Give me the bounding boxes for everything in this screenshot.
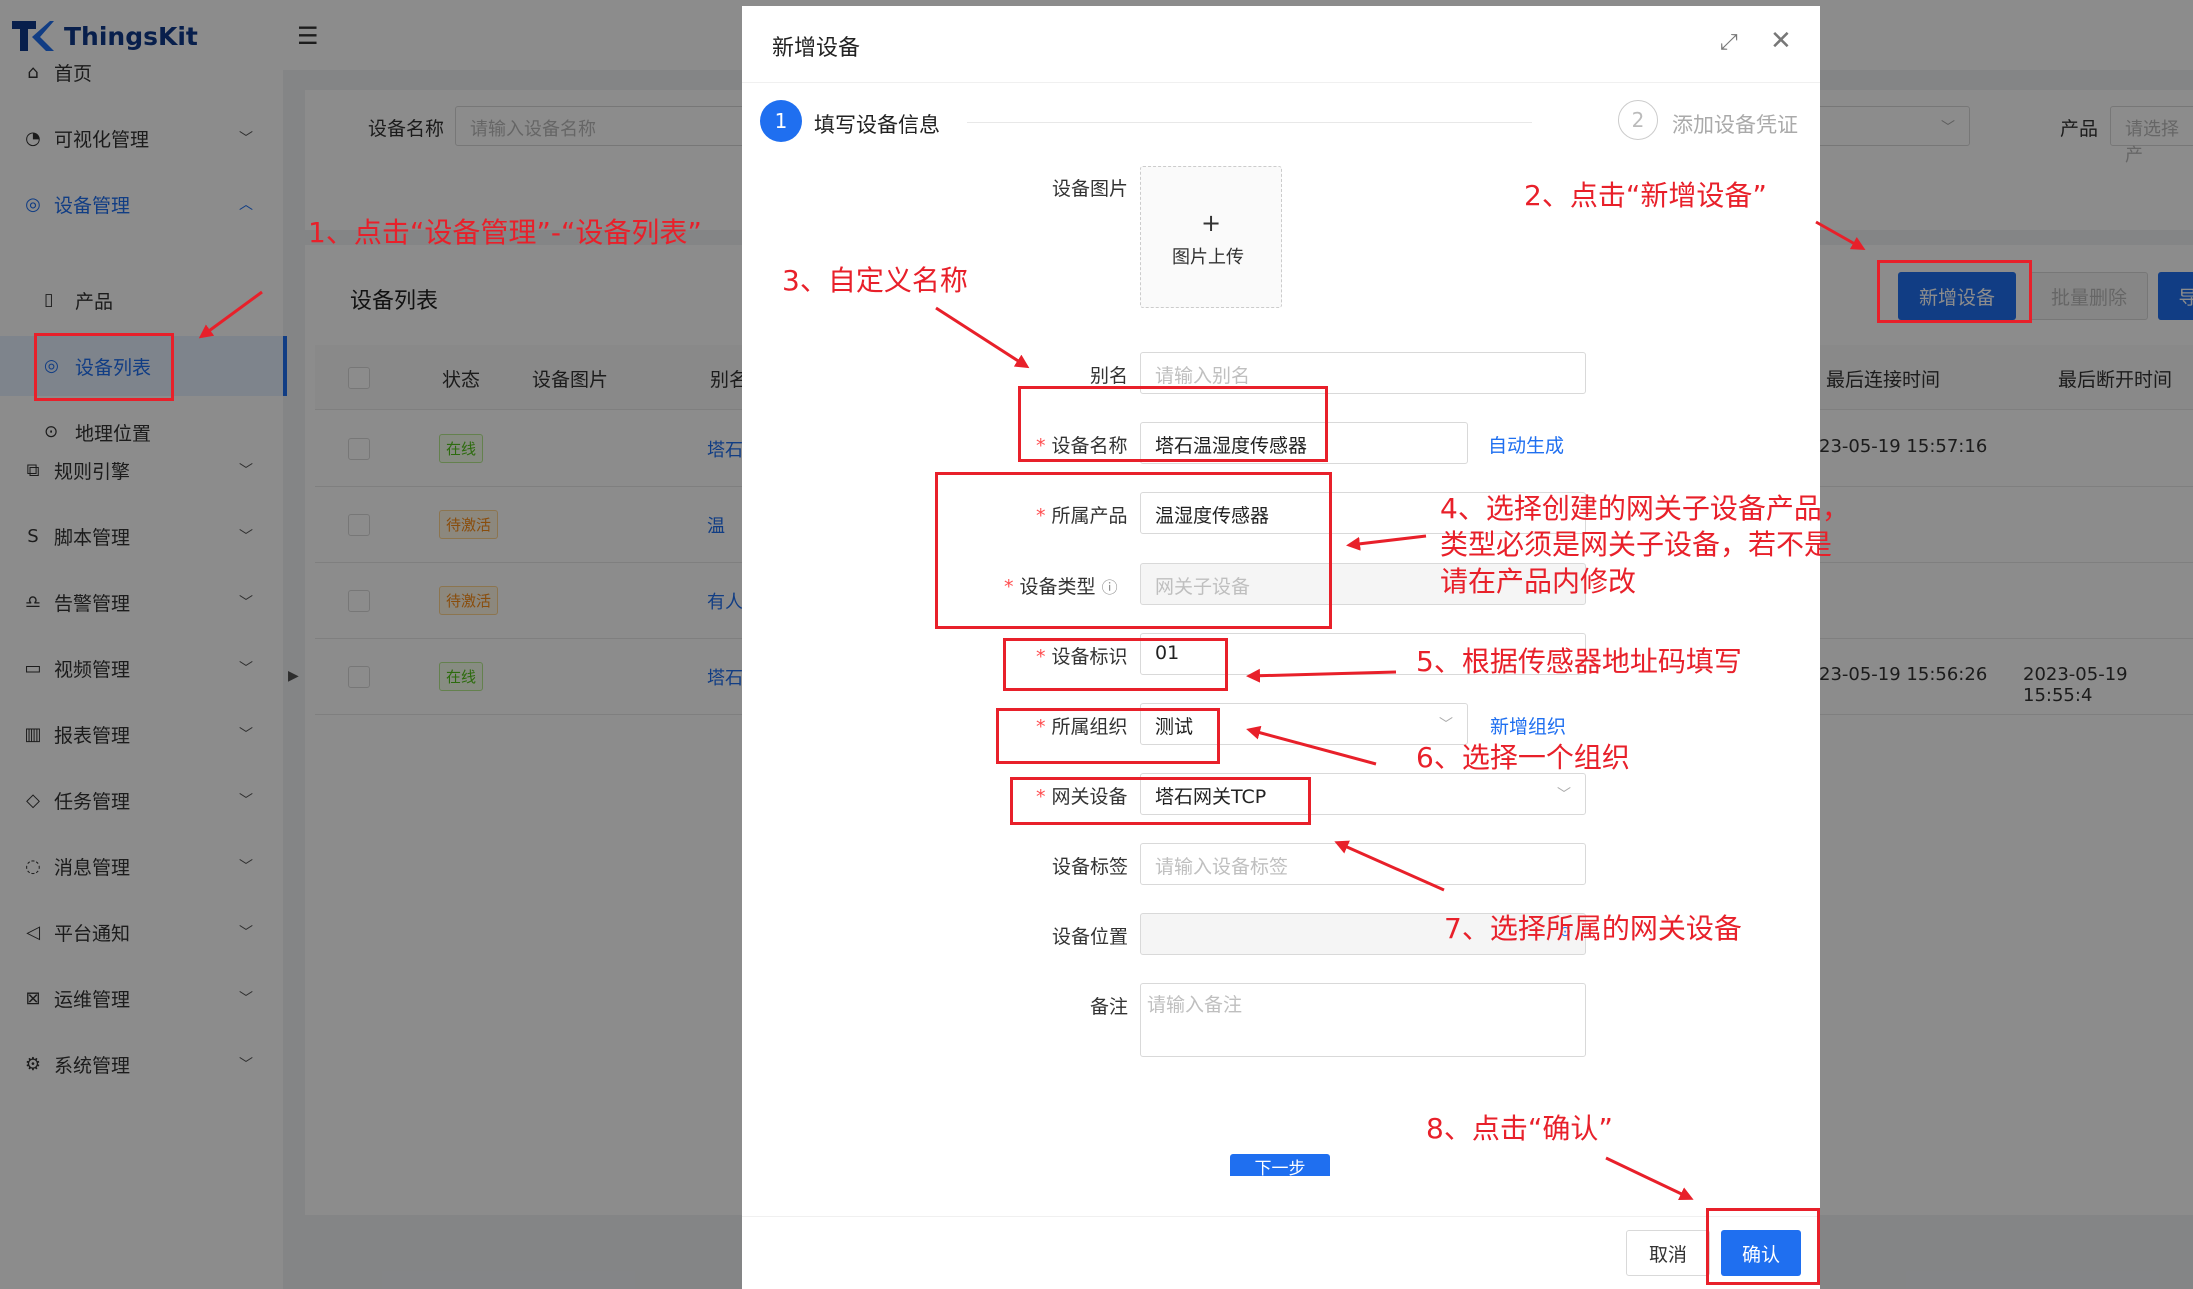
arrow-2 (1815, 220, 1866, 250)
arrow-3 (935, 306, 1030, 369)
arrow-4 (1346, 534, 1427, 551)
arrow-5 (1246, 668, 1397, 683)
arrow-6 (1246, 725, 1377, 766)
arrow-7 (1334, 840, 1445, 892)
annotation-arrows (198, 220, 1866, 1201)
arrow-8 (1605, 1156, 1694, 1201)
arrow-1 (198, 290, 263, 339)
